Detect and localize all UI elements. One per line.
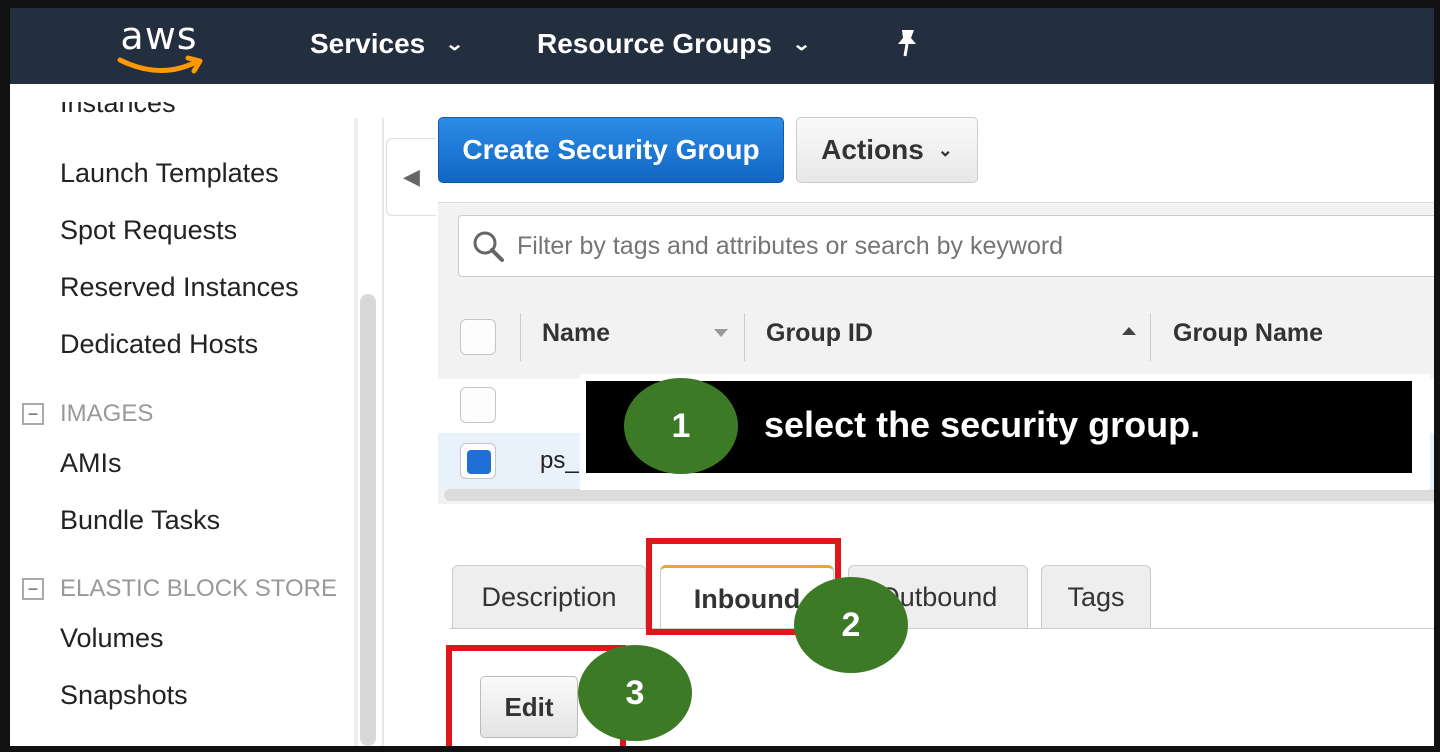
search-input[interactable] — [517, 231, 1417, 261]
step-1-badge: 1 — [624, 378, 738, 474]
sidebar-divider — [354, 118, 358, 746]
sidebar-item-amis[interactable]: AMIs — [60, 448, 122, 479]
step-2-badge: 2 — [794, 577, 908, 673]
sort-ascending-icon[interactable] — [1122, 327, 1136, 335]
resource-groups-menu[interactable]: Resource Groups ⌄ — [537, 28, 812, 60]
sidebar-item-bundle-tasks[interactable]: Bundle Tasks — [60, 505, 220, 536]
sidebar-item-volumes[interactable]: Volumes — [60, 623, 164, 654]
aws-smile-icon — [117, 55, 203, 74]
collapse-section-icon[interactable]: − — [22, 578, 44, 600]
sidebar-item-snapshots[interactable]: Snapshots — [60, 680, 188, 711]
column-divider — [1150, 313, 1151, 361]
aws-logo-text: aws — [120, 14, 198, 58]
sidebar-item-dedicated-hosts[interactable]: Dedicated Hosts — [60, 329, 258, 360]
sidebar-item-reserved-instances[interactable]: Reserved Instances — [60, 272, 299, 303]
sidebar-item-instances[interactable]: Instances — [60, 102, 176, 124]
sidebar-edge — [382, 118, 384, 746]
actions-label: Actions — [821, 134, 924, 165]
table-horizontal-scrollbar[interactable] — [444, 489, 1434, 501]
tab-description[interactable]: Description — [452, 565, 646, 629]
services-label: Services — [310, 28, 426, 59]
column-header-group-id[interactable]: Group ID — [766, 319, 873, 348]
search-icon — [473, 231, 504, 262]
column-header-name[interactable]: Name — [542, 319, 610, 348]
sidebar: Instances Launch Templates Spot Requests… — [10, 84, 354, 746]
chevron-down-icon: ⌄ — [791, 33, 812, 54]
sidebar-item-spot-requests[interactable]: Spot Requests — [60, 215, 237, 246]
column-header-group-name[interactable]: Group Name — [1173, 319, 1323, 348]
row-checkbox-checked[interactable] — [460, 443, 496, 479]
table-header: Name Group ID Group Name — [438, 295, 1434, 379]
sidebar-section-label: ELASTIC BLOCK STORE — [60, 575, 337, 602]
select-all-checkbox[interactable] — [460, 319, 496, 355]
top-nav: aws Services ⌄ Resource Groups ⌄ — [10, 8, 1434, 84]
collapse-sidebar-icon[interactable]: ◀ — [386, 138, 436, 216]
sort-caret-icon[interactable] — [714, 329, 728, 337]
callout-text: select the security group. — [764, 404, 1201, 445]
tab-tags[interactable]: Tags — [1041, 565, 1151, 629]
actions-dropdown[interactable]: Actions ⌄ — [796, 117, 978, 183]
search-bar[interactable] — [458, 215, 1434, 277]
column-divider — [520, 313, 521, 361]
pin-icon[interactable] — [894, 28, 920, 65]
create-security-group-button[interactable]: Create Security Group — [438, 117, 784, 183]
screenshot-frame: aws Services ⌄ Resource Groups ⌄ Instanc… — [10, 8, 1434, 746]
column-divider — [744, 313, 745, 361]
collapse-section-icon[interactable]: − — [22, 403, 44, 425]
aws-logo[interactable]: aws — [114, 14, 204, 78]
chevron-down-icon: ⌄ — [444, 33, 465, 54]
services-menu[interactable]: Services ⌄ — [310, 28, 465, 60]
sidebar-section-images[interactable]: − IMAGES — [22, 400, 153, 428]
step-3-badge: 3 — [578, 645, 692, 741]
chevron-down-icon: ⌄ — [937, 139, 953, 160]
row-checkbox[interactable] — [460, 387, 496, 423]
sidebar-scrollbar[interactable] — [360, 294, 376, 746]
sidebar-section-ebs[interactable]: − ELASTIC BLOCK STORE — [22, 575, 337, 603]
resource-groups-label: Resource Groups — [537, 28, 772, 59]
tabs-baseline — [450, 628, 1434, 629]
sidebar-section-label: IMAGES — [60, 400, 154, 427]
sidebar-item-launch-templates[interactable]: Launch Templates — [60, 158, 279, 189]
row-name-cell: ps_ — [540, 447, 579, 474]
